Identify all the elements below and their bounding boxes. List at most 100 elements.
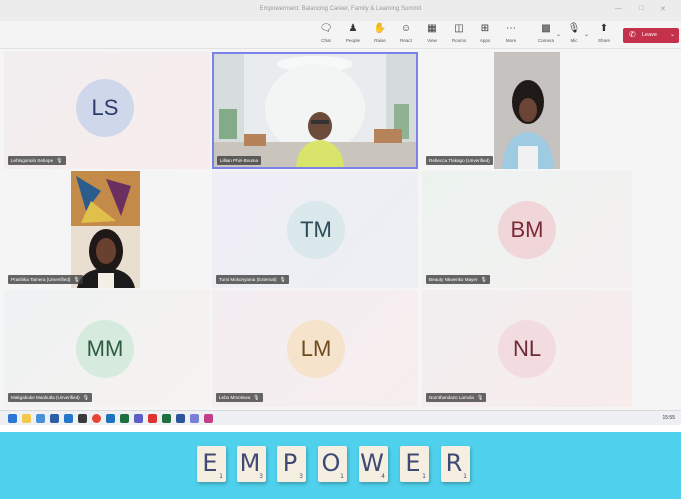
word-icon[interactable] bbox=[106, 414, 115, 423]
participant-video-feed bbox=[71, 171, 140, 288]
participant-name-tag: Makgabuke Maokutla (Unverified) 🎙 bbox=[8, 393, 93, 402]
mic-muted-icon: 🎙 bbox=[73, 277, 80, 283]
more-button[interactable]: ⋯ More bbox=[500, 23, 522, 46]
window-title-bar: Empowerment: Balancing Career, Family & … bbox=[0, 0, 681, 21]
word-doc-icon[interactable] bbox=[176, 414, 185, 423]
share-label: Share bbox=[597, 38, 610, 43]
mic-muted-icon: 🎙 bbox=[480, 277, 487, 283]
participant-tile[interactable]: MM Makgabuke Maokutla (Unverified) 🎙 bbox=[4, 290, 210, 407]
participant-tile[interactable]: NL Nomthandazo Lamola 🎙 bbox=[422, 290, 632, 407]
teams-icon[interactable] bbox=[134, 414, 143, 423]
tile-score: 3 bbox=[299, 473, 303, 480]
camera-button[interactable]: ▩ Camera bbox=[535, 23, 557, 46]
leave-options-chevron-icon[interactable]: ⌄ bbox=[670, 31, 675, 38]
excel-icon[interactable] bbox=[120, 414, 129, 423]
acrobat-icon[interactable] bbox=[148, 414, 157, 423]
chrome-icon[interactable] bbox=[92, 414, 101, 423]
participant-name: Nomthandazo Lamola bbox=[429, 395, 474, 400]
participant-name-tag: Nomthandazo Lamola 🎙 bbox=[426, 393, 487, 402]
mail-icon[interactable] bbox=[36, 414, 45, 423]
minimize-icon[interactable]: — bbox=[615, 5, 622, 12]
tile-score: 1 bbox=[340, 473, 344, 480]
participant-name-tag: Rebecca Tlakago (Unverified) bbox=[426, 156, 493, 165]
meeting-toolbar: 🗨 Chat ♟ People ✋ Raise ☺ React ▦ View ◫ Rooms… bbox=[0, 21, 681, 49]
letter-tile: E1 bbox=[197, 446, 226, 482]
people-button[interactable]: ♟ People bbox=[342, 23, 364, 46]
letter-tile: E1 bbox=[400, 446, 429, 482]
share-icon: ⬆ bbox=[599, 23, 609, 34]
edge-icon[interactable] bbox=[64, 414, 73, 423]
tile-score: 1 bbox=[219, 473, 223, 480]
camera-label: Camera bbox=[537, 38, 554, 43]
letter-tile: O1 bbox=[318, 446, 347, 482]
more-label: More bbox=[505, 38, 517, 43]
participant-tile[interactable]: LS Lehlogonolo Sebope 🎙 bbox=[4, 52, 210, 169]
more-icon: ⋯ bbox=[506, 23, 516, 34]
rooms-icon: ◫ bbox=[454, 23, 464, 34]
react-button[interactable]: ☺ React bbox=[395, 23, 417, 46]
view-label: View bbox=[427, 38, 437, 43]
avatar: BM bbox=[498, 201, 556, 259]
store-icon[interactable] bbox=[78, 414, 87, 423]
tile-score: 1 bbox=[422, 473, 426, 480]
mic-muted-icon: 🎙 bbox=[253, 395, 260, 401]
participant-tile[interactable]: LM Lebo Mmotswa 🎙 bbox=[212, 290, 418, 407]
participant-video-tile[interactable]: Rebecca Tlakago (Unverified) bbox=[422, 52, 632, 169]
mic-button[interactable]: 🎙 Mic bbox=[563, 23, 585, 46]
avatar: NL bbox=[498, 320, 556, 378]
participant-tile[interactable]: TM Tumi Mokonyama (External) 🎙 bbox=[212, 171, 418, 288]
windows-taskbar: 15:55 bbox=[0, 410, 681, 425]
participant-name-tag: Beauty Nkwenko Mayer 🎙 bbox=[426, 275, 490, 284]
start-icon[interactable] bbox=[8, 414, 17, 423]
teams-meeting-screenshot: Empowerment: Balancing Career, Family & … bbox=[0, 0, 681, 425]
clock: 15:55 bbox=[662, 415, 675, 421]
mic-options-chevron-icon[interactable]: ⌄ bbox=[584, 31, 589, 38]
participant-video-tile-active-speaker[interactable]: Lillian Phiri-Bvuma bbox=[212, 52, 418, 169]
letter-tile: W4 bbox=[359, 446, 388, 482]
participant-name: Makgabuke Maokutla (Unverified) bbox=[11, 395, 80, 400]
rooms-button[interactable]: ◫ Rooms bbox=[448, 23, 470, 46]
participant-video-feed bbox=[494, 52, 560, 169]
spreadsheet-icon[interactable] bbox=[162, 414, 171, 423]
app-icon[interactable] bbox=[190, 414, 199, 423]
letter-tile: P3 bbox=[277, 446, 306, 482]
chat-icon: 🗨 bbox=[319, 23, 333, 34]
camera-icon: ▩ bbox=[541, 23, 551, 34]
mic-label: Mic bbox=[570, 38, 578, 43]
slack-icon[interactable] bbox=[204, 414, 213, 423]
view-button[interactable]: ▦ View bbox=[421, 23, 443, 46]
hang-up-icon: ✆ bbox=[629, 30, 636, 39]
leave-label: Leave bbox=[642, 32, 657, 38]
letter-tile: M3 bbox=[237, 446, 266, 482]
share-button[interactable]: ⬆ Share bbox=[593, 23, 615, 46]
raise-hand-button[interactable]: ✋ Raise bbox=[369, 23, 391, 46]
mic-muted-icon: 🎙 bbox=[476, 395, 484, 401]
participant-tile[interactable]: BM Beauty Nkwenko Mayer 🎙 bbox=[422, 171, 632, 288]
tile-score: 1 bbox=[463, 473, 467, 480]
avatar: LS bbox=[76, 79, 134, 137]
file-explorer-icon[interactable] bbox=[22, 414, 31, 423]
outlook-icon[interactable] bbox=[50, 414, 59, 423]
apps-icon: ⊞ bbox=[480, 23, 490, 34]
apps-button[interactable]: ⊞ Apps bbox=[474, 23, 496, 46]
chat-button[interactable]: 🗨 Chat bbox=[315, 23, 337, 46]
participant-name-tag: Lillian Phiri-Bvuma bbox=[217, 156, 262, 165]
close-icon[interactable]: ✕ bbox=[660, 5, 666, 13]
participant-name-tag: Lebo Mmotswa 🎙 bbox=[216, 393, 263, 402]
participant-name: Tumi Mokonyama (External) bbox=[219, 277, 277, 282]
raise-hand-icon: ✋ bbox=[373, 23, 387, 34]
participant-name: Prashika Tamera (Unverified) bbox=[11, 277, 71, 282]
leave-button[interactable]: ✆ Leave ⌄ bbox=[623, 28, 679, 43]
participant-video-tile[interactable]: Prashika Tamera (Unverified) 🎙 bbox=[4, 171, 210, 288]
participant-name-tag: Prashika Tamera (Unverified) 🎙 bbox=[8, 275, 83, 284]
empower-banner: E1 M3 P3 O1 W4 E1 R1 bbox=[0, 432, 681, 499]
maximize-icon[interactable]: □ bbox=[639, 5, 643, 12]
avatar: TM bbox=[287, 201, 345, 259]
camera-options-chevron-icon[interactable]: ⌄ bbox=[556, 31, 561, 38]
window-title: Empowerment: Balancing Career, Family & … bbox=[259, 6, 422, 12]
tile-score: 4 bbox=[381, 473, 385, 480]
participant-name: Lehlogonolo Sebope bbox=[11, 158, 54, 163]
participant-name-tag: Tumi Mokonyama (External) 🎙 bbox=[216, 275, 289, 284]
react-icon: ☺ bbox=[400, 23, 412, 34]
participant-name: Beauty Nkwenko Mayer bbox=[429, 277, 478, 282]
